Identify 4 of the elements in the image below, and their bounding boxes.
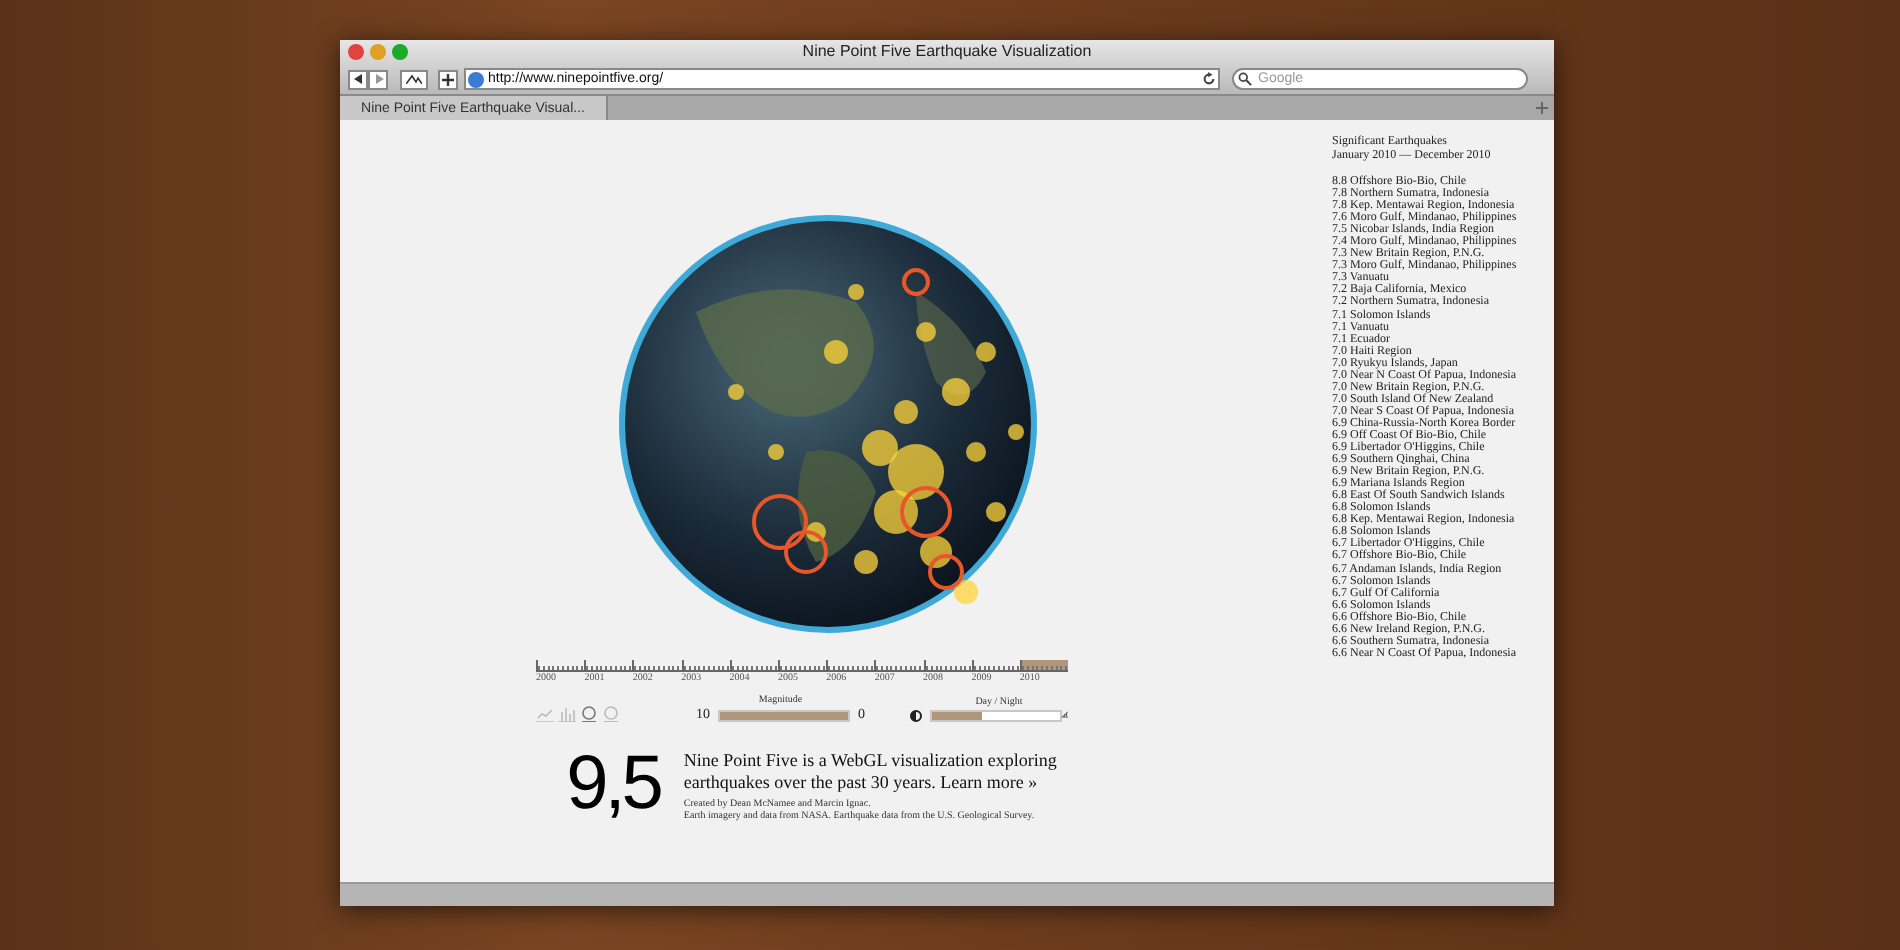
description-text: Nine Point Five is a WebGL visualization exploring earthquakes over the past 30 years. Learn more » (683, 750, 1059, 794)
learn-more-link[interactable]: Learn more » (940, 772, 1038, 792)
logo: 9,5 (566, 746, 660, 822)
window-title: Nine Point Five Earthquake Visualization (802, 44, 1092, 60)
